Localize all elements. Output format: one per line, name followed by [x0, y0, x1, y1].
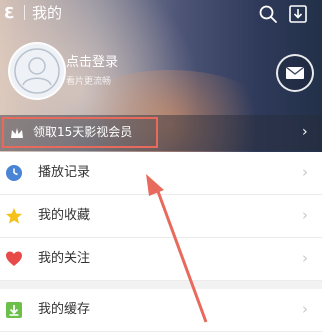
download-icon[interactable]	[288, 4, 308, 24]
avatar[interactable]	[8, 42, 66, 100]
app-logo: ℇ	[4, 4, 14, 22]
section-gap	[0, 281, 322, 289]
page-title: 我的	[32, 4, 63, 22]
message-button[interactable]	[276, 54, 314, 92]
login-link[interactable]: 点击登录	[66, 55, 118, 71]
menu-item-label: 我的收藏	[38, 208, 91, 223]
search-icon[interactable]	[258, 4, 278, 24]
clock-icon	[5, 164, 23, 182]
login-subtitle: 看片更流畅	[66, 77, 112, 87]
title-divider	[24, 5, 25, 20]
menu-item-label: 我的关注	[38, 251, 91, 266]
crown-icon	[9, 125, 25, 141]
chevron-right-icon: ›	[302, 163, 308, 181]
menu-list: 播放记录 › 我的收藏 › 我的关注 › 我的缓存 ›	[0, 152, 322, 332]
chevron-right-icon: ›	[302, 249, 308, 267]
chevron-right-icon: ›	[302, 300, 308, 318]
menu-item-label: 我的缓存	[38, 302, 91, 317]
mail-icon	[285, 66, 305, 79]
heart-icon	[5, 250, 23, 268]
menu-item-following[interactable]: 我的关注 ›	[0, 238, 322, 281]
menu-item-history[interactable]: 播放记录 ›	[0, 152, 322, 195]
cache-download-icon	[5, 301, 23, 319]
chevron-right-icon: ›	[302, 124, 308, 140]
vip-banner-label[interactable]: 领取15天影视会员	[33, 124, 132, 140]
menu-item-label: 播放记录	[38, 165, 91, 180]
menu-item-favorites[interactable]: 我的收藏 ›	[0, 195, 322, 238]
star-icon	[5, 207, 23, 225]
top-bar: ℇ 我的	[0, 0, 322, 28]
chevron-right-icon: ›	[302, 206, 308, 224]
